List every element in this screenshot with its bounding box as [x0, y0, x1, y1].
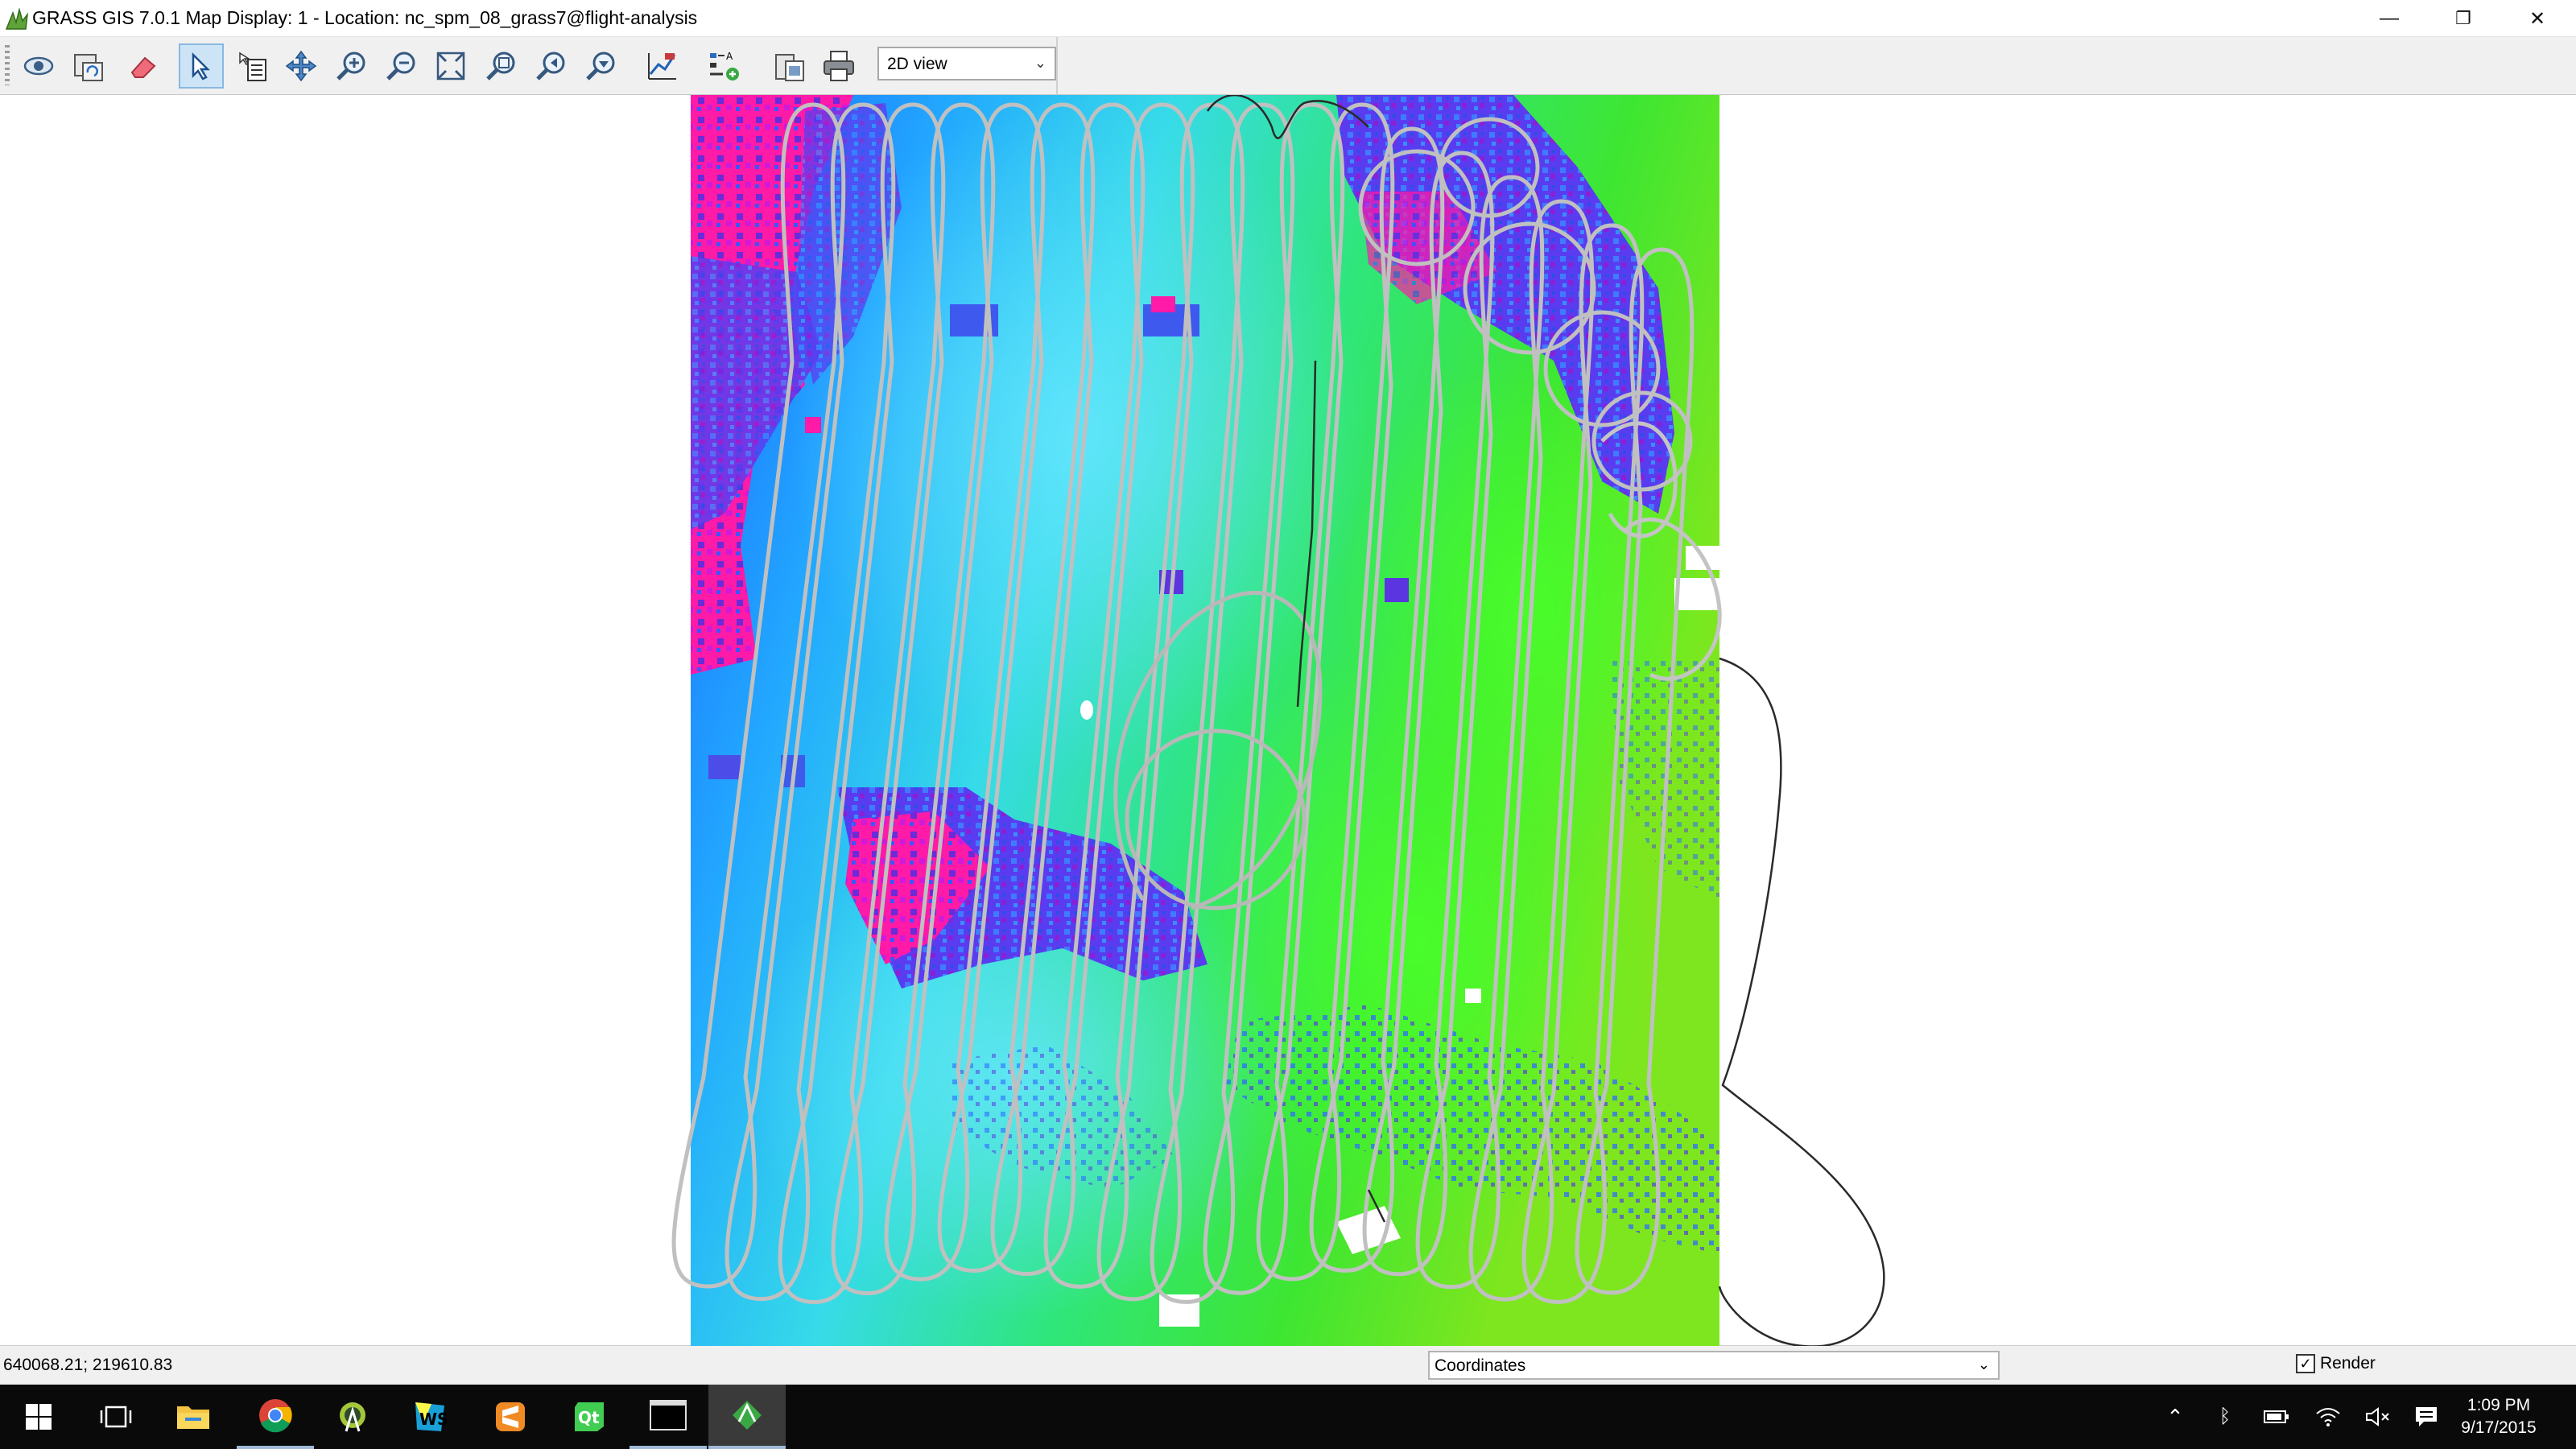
pan-icon — [285, 50, 317, 82]
webstorm-icon: WS — [415, 1402, 448, 1431]
analyze-button[interactable] — [639, 43, 684, 89]
qt-icon: Qt — [575, 1402, 604, 1431]
task-view-button[interactable] — [77, 1385, 155, 1449]
render-map-button[interactable] — [66, 43, 111, 89]
svg-text:Qt: Qt — [578, 1408, 600, 1427]
start-button[interactable] — [0, 1385, 77, 1449]
add-legend-button[interactable]: A — [702, 43, 747, 89]
chevron-down-icon: ⌄ — [1034, 55, 1046, 71]
android-studio-icon — [340, 1402, 365, 1432]
render-toggle[interactable]: ✓ Render — [2296, 1354, 2376, 1373]
windows-logo-icon — [26, 1404, 52, 1430]
qt-creator-button[interactable]: Qt — [551, 1385, 628, 1449]
title-bar: GRASS GIS 7.0.1 Map Display: 1 - Locatio… — [0, 0, 2576, 37]
render-label: Render — [2320, 1354, 2376, 1373]
sublime-button[interactable] — [472, 1385, 549, 1449]
render-checkbox[interactable]: ✓ — [2296, 1354, 2315, 1373]
printer-icon — [824, 51, 854, 81]
clock-time: 1:09 PM — [2467, 1396, 2531, 1414]
battery-icon[interactable] — [2260, 1404, 2293, 1430]
android-studio-button[interactable] — [314, 1385, 391, 1449]
action-center-icon[interactable] — [2410, 1404, 2442, 1430]
svg-text:WS: WS — [419, 1410, 448, 1429]
sublime-icon — [496, 1402, 525, 1431]
zoom-in-button[interactable] — [328, 43, 374, 89]
toolbar-divider — [1056, 37, 1058, 95]
webstorm-button[interactable]: WS — [391, 1385, 469, 1449]
clock-date: 9/17/2015 — [2461, 1418, 2537, 1437]
grass-gis-taskbar-button[interactable] — [708, 1385, 786, 1449]
zoom-region-icon — [486, 52, 515, 80]
chrome-icon — [259, 1399, 292, 1433]
terminal-button[interactable] — [630, 1385, 707, 1449]
eye-icon — [23, 56, 54, 76]
zoom-back-button[interactable] — [528, 43, 573, 89]
pointer-icon — [192, 52, 211, 80]
svg-text:A: A — [726, 51, 733, 62]
render-map-icon — [74, 54, 103, 81]
eraser-icon — [130, 56, 156, 78]
folder-icon — [177, 1406, 209, 1429]
restore-button[interactable]: ❐ — [2426, 0, 2500, 37]
status-bar: 640068.21; 219610.83 Coordinates ⌄ ✓ Ren… — [0, 1346, 2576, 1385]
taskbar: WS Qt ⌃ ᛒ 1:09 PM 9/17/2015 — [0, 1385, 2576, 1449]
add-legend-icon: A — [710, 51, 739, 80]
analyze-icon — [648, 53, 676, 80]
pan-button[interactable] — [279, 43, 324, 89]
map-toolbar: A 2D view ⌄ — [0, 37, 2576, 95]
statusbar-mode-value: Coordinates — [1435, 1356, 1526, 1375]
zoom-menu-button[interactable] — [578, 43, 623, 89]
pointer-button[interactable] — [179, 43, 224, 89]
terminal-icon — [650, 1400, 687, 1430]
map-view[interactable] — [0, 95, 2576, 1346]
task-view-icon — [100, 1406, 132, 1428]
toolbar-grip[interactable] — [5, 45, 10, 85]
zoom-extent-icon — [436, 52, 465, 80]
volume-muted-icon[interactable] — [2362, 1404, 2394, 1430]
save-image-button[interactable] — [766, 43, 811, 89]
query-button[interactable] — [230, 43, 275, 89]
file-explorer-button[interactable] — [155, 1385, 232, 1449]
chrome-button[interactable] — [237, 1385, 314, 1449]
zoom-out-button[interactable] — [378, 43, 423, 89]
query-icon — [239, 52, 266, 81]
print-button[interactable] — [816, 43, 861, 89]
view-mode-value: 2D view — [887, 55, 947, 73]
zoom-in-icon — [336, 52, 365, 80]
zoom-back-icon — [536, 52, 565, 80]
minimize-button[interactable]: — — [2352, 0, 2426, 37]
zoom-out-icon — [386, 52, 415, 80]
coordinates-readout: 640068.21; 219610.83 — [3, 1356, 173, 1374]
zoom-menu-icon — [586, 52, 615, 80]
bluetooth-icon[interactable]: ᛒ — [2209, 1404, 2241, 1430]
wifi-icon[interactable] — [2312, 1404, 2344, 1430]
zoom-extent-button[interactable] — [428, 43, 473, 89]
taskbar-clock[interactable]: 1:09 PM 9/17/2015 — [2450, 1394, 2547, 1439]
save-image-icon — [775, 54, 804, 81]
erase-button[interactable] — [121, 43, 166, 89]
display-map-button[interactable] — [16, 43, 61, 89]
zoom-region-button[interactable] — [478, 43, 523, 89]
close-button[interactable]: ✕ — [2500, 0, 2574, 37]
map-canvas[interactable] — [0, 95, 2576, 1346]
grass-gis-icon — [733, 1401, 762, 1430]
view-mode-select[interactable]: 2D view ⌄ — [877, 47, 1056, 80]
statusbar-mode-select[interactable]: Coordinates ⌄ — [1428, 1351, 2000, 1380]
chevron-down-icon: ⌄ — [1977, 1356, 1990, 1373]
window-title: GRASS GIS 7.0.1 Map Display: 1 - Locatio… — [32, 7, 698, 28]
grass-gis-icon — [5, 8, 29, 30]
show-hidden-icons-icon[interactable]: ⌃ — [2159, 1404, 2191, 1430]
